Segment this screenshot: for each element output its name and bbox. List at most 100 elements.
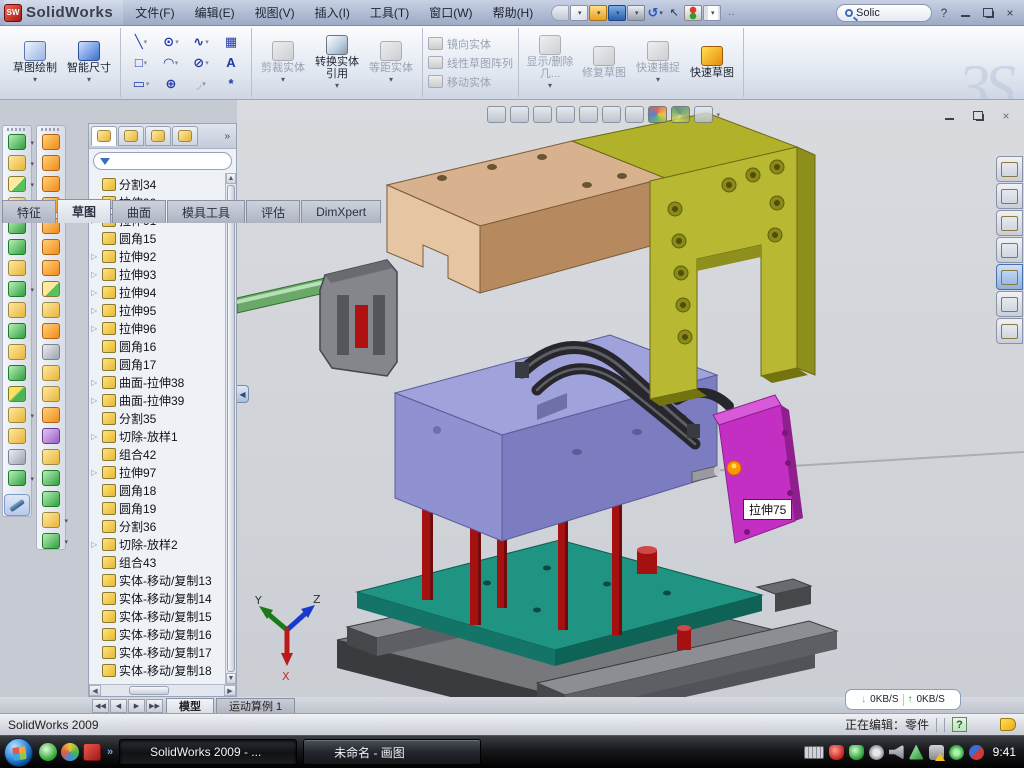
panel-tabs-overflow[interactable]: » — [224, 131, 234, 142]
tree-vertical-scrollbar[interactable]: ▲ ▼ — [225, 173, 236, 684]
hud-icon[interactable] — [579, 106, 598, 123]
sketch-entity-icon[interactable]: □ — [126, 52, 156, 73]
command-tab[interactable]: DimXpert — [301, 200, 381, 223]
ribbon-button[interactable]: 快速捕捉 — [632, 30, 684, 96]
toolbar-button[interactable] — [42, 533, 60, 549]
tree-item[interactable]: ▷ 拉伸93 — [91, 265, 225, 283]
hud-icon[interactable] — [533, 106, 552, 123]
taskbar-window-button[interactable]: 未命名 - 画图 — [303, 739, 481, 765]
expand-arrow-icon[interactable]: ▷ — [91, 306, 99, 315]
task-pane-tab[interactable] — [996, 318, 1023, 344]
toolbar-button[interactable] — [42, 281, 60, 297]
antivirus-green-icon[interactable] — [849, 745, 864, 760]
toolbar-button[interactable] — [8, 281, 26, 297]
menu-item[interactable]: 工具(T) — [360, 0, 419, 25]
ribbon-button[interactable]: 转换实体引用 — [311, 30, 363, 96]
quick-tips-icon[interactable]: ? — [952, 717, 967, 732]
toolbar-button[interactable] — [42, 155, 60, 171]
panel-tab[interactable] — [145, 126, 171, 146]
taskbar-clock[interactable]: 9:41 — [993, 745, 1016, 759]
hud-icon[interactable] — [625, 106, 644, 123]
menu-item[interactable]: 插入(I) — [305, 0, 360, 25]
quick-launch-icon[interactable] — [61, 743, 79, 761]
task-pane-tab[interactable] — [996, 156, 1023, 182]
tree-item[interactable]: ▷ 拉伸95 — [91, 301, 225, 319]
toolbar-button[interactable] — [8, 386, 26, 402]
part-sprue-rod[interactable] — [237, 278, 325, 313]
doc-close-button[interactable]: × — [996, 108, 1016, 123]
toolbar-button[interactable] — [42, 260, 60, 276]
tree-item[interactable]: ▷ 圆角17 — [91, 355, 225, 373]
panel-tab[interactable] — [172, 126, 198, 146]
toolbar-button[interactable] — [42, 134, 60, 150]
sketch-entity-icon[interactable]: ╲ — [126, 31, 156, 52]
tree-item[interactable]: ▷ 实体-移动/复制13 — [91, 571, 225, 589]
tree-item[interactable]: ▷ 实体-移动/复制16 — [91, 625, 225, 643]
toolbar-button[interactable] — [42, 407, 60, 423]
expand-arrow-icon[interactable]: ▷ — [91, 288, 99, 297]
task-pane-tab[interactable] — [996, 210, 1023, 236]
toolbar-button[interactable] — [8, 428, 26, 444]
command-tab[interactable]: 草图 — [57, 199, 111, 223]
sketch-entity-icon[interactable]: ⊙ — [156, 31, 186, 52]
toolbar-icon[interactable] — [570, 5, 588, 21]
sketch-entity-icon[interactable]: ◠ — [156, 52, 186, 73]
expand-arrow-icon[interactable]: ▷ — [91, 432, 99, 441]
ribbon-button[interactable]: 修复草图 — [578, 30, 630, 96]
model-3d[interactable]: Y Z X — [237, 100, 1024, 697]
toolbar-button[interactable] — [42, 323, 60, 339]
command-tab[interactable]: 评估 — [246, 200, 300, 223]
tree-item[interactable]: ▷ 分割34 — [91, 175, 225, 193]
sketch-entity-icon[interactable]: ⊘ — [186, 52, 216, 73]
taskbar-window-button[interactable]: SolidWorks 2009 - ... — [119, 739, 297, 765]
task-pane-tab[interactable] — [996, 237, 1023, 263]
antivirus-red-icon[interactable] — [829, 745, 844, 760]
toolbar-icon[interactable] — [627, 5, 645, 21]
toolbar-button[interactable] — [8, 176, 26, 192]
scroll-thumb[interactable] — [227, 185, 235, 672]
toolbar-button[interactable] — [8, 260, 26, 276]
hud-icon[interactable] — [602, 106, 621, 123]
part-side-insert-extrude75[interactable] — [713, 395, 803, 543]
toolbar-button[interactable] — [8, 470, 26, 486]
sketch-entity-icon[interactable]: * — [216, 73, 246, 94]
measure-tool-button[interactable] — [4, 494, 30, 516]
menu-item[interactable]: 视图(V) — [245, 0, 305, 25]
toolbar-button[interactable] — [42, 449, 60, 465]
input-language-icon[interactable] — [804, 746, 824, 759]
sketch-entity-icon[interactable]: ∿ — [186, 31, 216, 52]
toolbar-icon[interactable]: ‥ — [722, 5, 740, 21]
tree-filter-box[interactable] — [93, 152, 232, 170]
toolbar-button[interactable] — [8, 365, 26, 381]
hud-icon[interactable] — [510, 106, 529, 123]
tree-item[interactable]: ▷ 曲面-拉伸38 — [91, 373, 225, 391]
toolbar-icon[interactable] — [589, 5, 607, 21]
toolbar-button[interactable] — [42, 302, 60, 318]
sync-green-icon[interactable] — [909, 745, 924, 760]
search-box[interactable]: Solic — [836, 4, 932, 22]
hud-icon[interactable] — [671, 106, 690, 123]
security-plus-icon[interactable] — [949, 745, 964, 760]
network-warning-icon[interactable] — [929, 745, 944, 760]
hud-icon[interactable] — [694, 106, 713, 123]
tree-item[interactable]: ▷ 组合42 — [91, 445, 225, 463]
ribbon-button[interactable]: 智能尺寸 — [63, 30, 115, 96]
task-pane-tab[interactable] — [996, 183, 1023, 209]
tree-item[interactable]: ▷ 实体-移动/复制18 — [91, 661, 225, 679]
task-pane-tab[interactable] — [996, 264, 1023, 290]
toolbar-button[interactable] — [42, 512, 60, 528]
toolbar-button[interactable] — [8, 323, 26, 339]
sketch-entity-icon[interactable]: ▭ — [126, 73, 156, 94]
scroll-thumb[interactable] — [129, 686, 169, 695]
toolbar-button[interactable] — [8, 344, 26, 360]
menu-item[interactable]: 文件(F) — [125, 0, 184, 25]
doc-nav-button[interactable]: ▶▶ — [146, 699, 163, 713]
tree-item[interactable]: ▷ 圆角18 — [91, 481, 225, 499]
tree-item[interactable]: ▷ 分割36 — [91, 517, 225, 535]
restore-button[interactable] — [978, 5, 998, 20]
toolbar-button[interactable] — [42, 386, 60, 402]
quick-launch-overflow[interactable]: » — [107, 746, 113, 758]
ribbon-button[interactable]: 剪裁实体 — [257, 30, 309, 96]
menu-item[interactable]: 窗口(W) — [419, 0, 482, 25]
toolbar-icon[interactable] — [684, 5, 702, 21]
